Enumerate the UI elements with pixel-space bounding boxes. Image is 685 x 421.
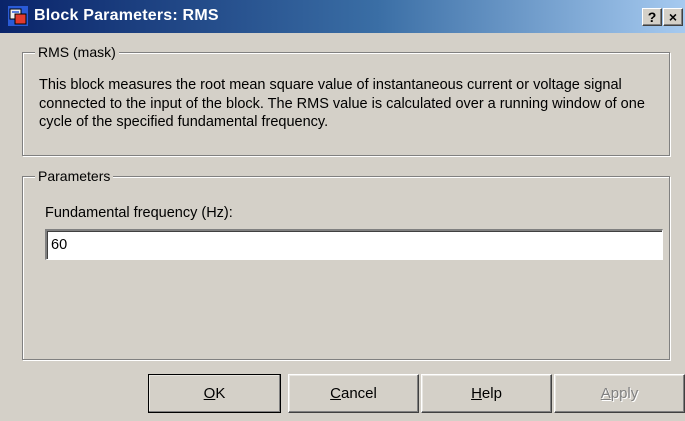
mask-description: This block measures the root mean square… xyxy=(39,77,645,130)
fundamental-frequency-label: Fundamental frequency (Hz): xyxy=(45,205,233,221)
ok-mnemonic: O xyxy=(203,385,216,402)
close-button[interactable]: × xyxy=(663,8,683,26)
fundamental-frequency-input[interactable] xyxy=(45,229,663,260)
mask-group-label: RMS (mask) xyxy=(35,43,119,61)
help-button[interactable]: Help xyxy=(421,374,552,413)
ok-label-rest: K xyxy=(215,385,226,402)
cancel-mnemonic: C xyxy=(330,385,341,402)
help-title-button[interactable]: ? xyxy=(642,8,662,26)
window-title: Block Parameters: RMS xyxy=(34,7,219,24)
block-parameters-dialog: Block Parameters: RMS ? × RMS (mask) Thi… xyxy=(0,0,685,421)
ok-button[interactable]: OK xyxy=(148,374,281,413)
apply-label-rest: pply xyxy=(610,385,639,402)
cancel-label-rest: ancel xyxy=(340,385,377,402)
help-mnemonic: H xyxy=(471,385,482,402)
cancel-button[interactable]: Cancel xyxy=(288,374,419,413)
simulink-block-icon xyxy=(8,6,28,26)
close-icon: × xyxy=(668,9,678,25)
question-mark-icon: ? xyxy=(647,9,657,25)
parameters-group: Parameters Fundamental frequency (Hz): xyxy=(22,167,670,360)
apply-mnemonic: A xyxy=(600,385,611,402)
apply-button[interactable]: Apply xyxy=(554,374,685,413)
mask-description-group: RMS (mask) This block measures the root … xyxy=(22,43,670,156)
title-bar[interactable]: Block Parameters: RMS ? × xyxy=(0,0,685,33)
parameters-group-label: Parameters xyxy=(35,167,114,185)
help-label-rest: elp xyxy=(481,385,502,402)
